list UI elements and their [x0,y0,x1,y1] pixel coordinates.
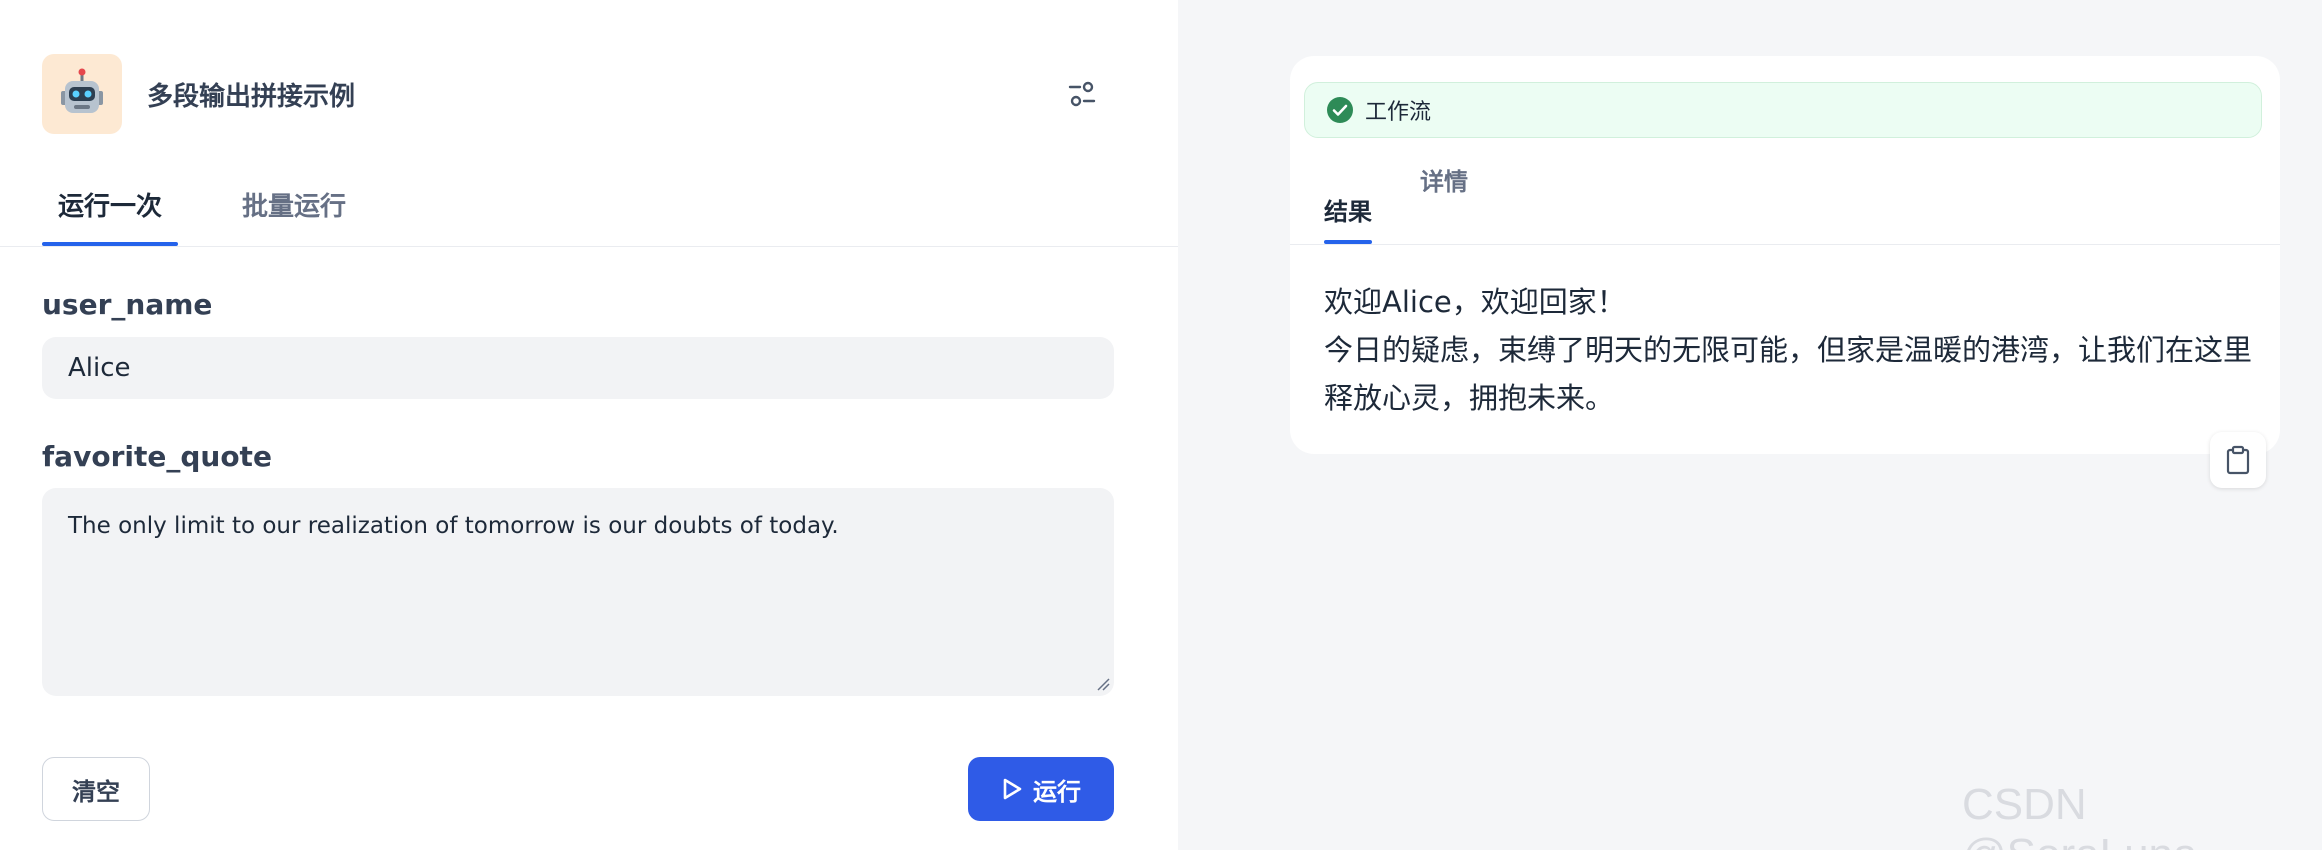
tab-batch-run[interactable]: 批量运行 [226,186,362,246]
user-name-input[interactable]: Alice [42,337,1114,399]
run-button[interactable]: 运行 [968,757,1114,821]
result-tabs: 结果 详情 [1324,114,1516,244]
user-name-label: user_name [42,288,213,321]
run-mode-tabs: 运行一次 批量运行 [42,186,410,246]
run-button-label: 运行 [1033,777,1081,806]
copy-icon[interactable] [2210,432,2266,488]
result-panel: 工作流 结果 详情 欢迎Alice，欢迎回家！ 今日的疑虑，束缚了明天的无限可能… [1178,0,2322,850]
output-line: 欢迎Alice，欢迎回家！ [1324,285,1626,319]
output-line: 今日的疑虑，束缚了明天的无限可能，但家是温暖的港湾，让我们在这里释放心灵，拥抱未… [1324,333,2253,415]
resize-handle-icon[interactable] [1096,676,1110,691]
app-header: 多段输出拼接示例 [42,54,1102,134]
robot-icon [42,54,122,134]
play-icon [1003,778,1022,800]
tab-run-once[interactable]: 运行一次 [42,186,179,246]
tab-divider [0,246,1178,247]
watermark: CSDN @SoraLuna [1962,780,2198,850]
result-output: 欢迎Alice，欢迎回家！ 今日的疑虑，束缚了明天的无限可能，但家是温暖的港湾，… [1324,278,2264,422]
clear-button[interactable]: 清空 [42,757,150,821]
app-title: 多段输出拼接示例 [147,81,356,112]
settings-sliders-icon[interactable] [1062,74,1102,114]
result-tab-divider [1290,244,2280,245]
tab-details[interactable]: 详情 [1420,114,1468,244]
tab-result[interactable]: 结果 [1324,114,1372,244]
input-panel: 多段输出拼接示例 运行一次 批量运行 user_name Alice favor… [0,0,1178,850]
result-card: 工作流 结果 详情 欢迎Alice，欢迎回家！ 今日的疑虑，束缚了明天的无限可能… [1290,56,2280,454]
favorite-quote-textarea[interactable]: The only limit to our realization of tom… [42,488,1114,696]
favorite-quote-label: favorite_quote [42,440,272,473]
